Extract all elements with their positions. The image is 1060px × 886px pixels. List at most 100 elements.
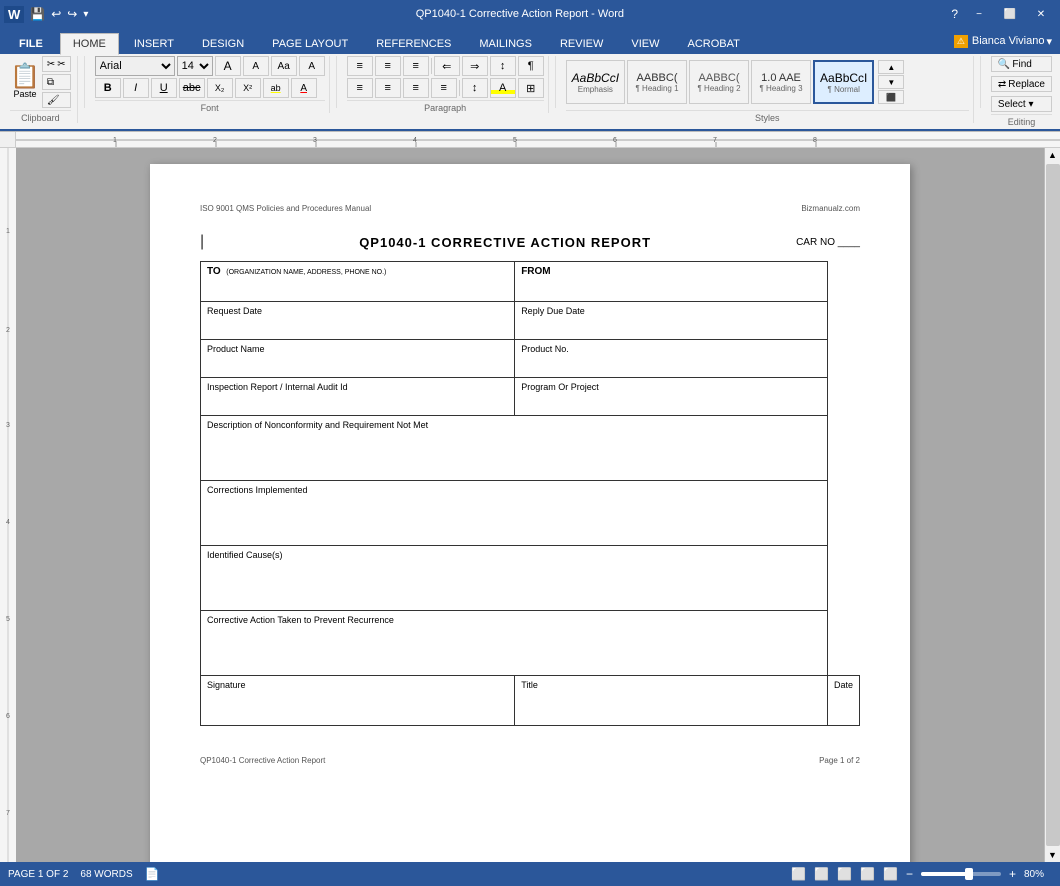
styles-expand[interactable]: ⬛ (878, 90, 904, 104)
paste-button[interactable]: 📋 Paste (10, 56, 40, 108)
tab-acrobat[interactable]: ACROBAT (674, 33, 752, 54)
zoom-slider-fill (921, 872, 969, 876)
row-inspection: Inspection Report / Internal Audit Id Pr… (201, 378, 860, 416)
font-size-select[interactable]: 14 (177, 56, 213, 76)
cut-button[interactable]: ✂ ✂ (42, 56, 71, 72)
document-page: ISO 9001 QMS Policies and Procedures Man… (150, 164, 910, 862)
shrink-font-button[interactable]: A (243, 56, 269, 76)
close-button[interactable]: ✕ (1026, 4, 1056, 24)
show-hide-button[interactable]: ¶ (518, 56, 544, 76)
view-draft[interactable]: ⬜ (883, 867, 898, 881)
view-outline[interactable]: ⬜ (860, 867, 875, 881)
decrease-indent-button[interactable]: ⇐ (434, 56, 460, 76)
tab-file[interactable]: FILE (4, 33, 58, 54)
proofing-icon[interactable]: 📄 (145, 867, 160, 881)
editing-group: 🔍 Find ⇄ Replace Select ▾ Editing (987, 56, 1056, 127)
justify-button[interactable]: ≡ (431, 78, 457, 98)
italic-button[interactable]: I (123, 78, 149, 98)
tab-references[interactable]: REFERENCES (363, 33, 464, 54)
zoom-slider[interactable] (921, 872, 1001, 876)
style-normal-sample: AaBbCcI (820, 71, 867, 85)
styles-scroll-down[interactable]: ▼ (878, 75, 904, 89)
divider-4 (980, 56, 981, 108)
tab-review[interactable]: REVIEW (547, 33, 616, 54)
select-button[interactable]: Select ▾ (991, 96, 1052, 112)
quick-access-undo[interactable]: ↩ (51, 7, 61, 21)
style-emphasis[interactable]: AaBbCcI Emphasis (566, 60, 625, 104)
page-header: ISO 9001 QMS Policies and Procedures Man… (200, 204, 860, 213)
align-right-button[interactable]: ≡ (403, 78, 429, 98)
page-title-area: | QP1040-1 CORRECTIVE ACTION REPORT CAR … (200, 233, 860, 251)
word-logo-icon[interactable]: W (4, 6, 24, 23)
style-normal[interactable]: AaBbCcI ¶ Normal (813, 60, 874, 104)
borders-button[interactable]: ⊞ (518, 78, 544, 98)
bold-button[interactable]: B (95, 78, 121, 98)
find-button[interactable]: 🔍 Find (991, 56, 1052, 72)
row-signature: Signature Title Date (201, 676, 860, 726)
shading-button[interactable]: A (490, 78, 516, 98)
line-spacing-button[interactable]: ↕ (462, 78, 488, 98)
center-button[interactable]: ≡ (375, 78, 401, 98)
underline-button[interactable]: U (151, 78, 177, 98)
font-name-select[interactable]: Arial (95, 56, 175, 76)
zoom-out-button[interactable]: − (906, 867, 913, 881)
sort-button[interactable]: ↕ (490, 56, 516, 76)
clear-formatting-button[interactable]: A (299, 56, 325, 76)
from-label: FROM (521, 266, 550, 277)
paragraph-label: Paragraph (347, 100, 544, 113)
divider-3 (555, 56, 556, 108)
signature-label: Signature (207, 680, 246, 690)
quick-access-save[interactable]: 💾 (30, 7, 45, 21)
increase-indent-button[interactable]: ⇒ (462, 56, 488, 76)
words-indicator: 68 WORDS (80, 869, 132, 880)
bullets-button[interactable]: ≡ (347, 56, 373, 76)
font-color-button[interactable]: A (291, 78, 317, 98)
subscript-button[interactable]: X₂ (207, 78, 233, 98)
tab-page-layout[interactable]: PAGE LAYOUT (259, 33, 361, 54)
row-causes: Identified Cause(s) (201, 546, 860, 611)
replace-button[interactable]: ⇄ Replace (991, 76, 1052, 92)
style-heading2[interactable]: AABBC( ¶ Heading 2 (689, 60, 749, 104)
tab-home[interactable]: HOME (60, 33, 119, 55)
numbering-button[interactable]: ≡ (375, 56, 401, 76)
quick-access-redo[interactable]: ↪ (67, 7, 77, 21)
multilevel-button[interactable]: ≡ (403, 56, 429, 76)
view-print-layout[interactable]: ⬜ (791, 867, 806, 881)
tab-mailings[interactable]: MAILINGS (466, 33, 545, 54)
tab-insert[interactable]: INSERT (121, 33, 187, 54)
view-web-layout[interactable]: ⬜ (837, 867, 852, 881)
scrollbar-right[interactable]: ▲ ▼ (1044, 148, 1060, 862)
cell-product-name: Product Name (201, 340, 515, 378)
help-icon[interactable]: ? (951, 7, 958, 21)
style-heading3[interactable]: 1.0 AAE ¶ Heading 3 (751, 60, 811, 104)
user-dropdown-icon[interactable]: ▾ (1046, 35, 1052, 48)
format-painter-button[interactable]: 🖌 (42, 92, 71, 108)
align-left-button[interactable]: ≡ (347, 78, 373, 98)
scroll-up-button[interactable]: ▲ (1046, 148, 1059, 162)
view-full-screen[interactable]: ⬜ (814, 867, 829, 881)
strikethrough-button[interactable]: abc (179, 78, 205, 98)
tab-design[interactable]: DESIGN (189, 33, 257, 54)
copy-button[interactable]: ⧉ (42, 74, 71, 90)
scroll-thumb[interactable] (1046, 164, 1060, 846)
product-no-label: Product No. (521, 344, 569, 354)
text-highlight-button[interactable]: ab (263, 78, 289, 98)
style-heading1[interactable]: AABBC( ¶ Heading 1 (627, 60, 687, 104)
styles-group: AaBbCcI Emphasis AABBC( ¶ Heading 1 AABB… (562, 56, 974, 123)
product-name-label: Product Name (207, 344, 265, 354)
styles-scroll-up[interactable]: ▲ (878, 60, 904, 74)
grow-font-button[interactable]: A (215, 56, 241, 76)
superscript-button[interactable]: X² (235, 78, 261, 98)
scroll-down-button[interactable]: ▼ (1046, 848, 1059, 862)
style-heading1-sample: AABBC( (637, 72, 678, 84)
cell-corrective-action: Corrective Action Taken to Prevent Recur… (201, 611, 828, 676)
restore-button[interactable]: ⬜ (995, 4, 1025, 24)
change-case-button[interactable]: Aa (271, 56, 297, 76)
document-area[interactable]: ISO 9001 QMS Policies and Procedures Man… (16, 148, 1044, 862)
zoom-level[interactable]: 80% (1024, 869, 1052, 880)
minimize-button[interactable]: − (964, 4, 994, 24)
zoom-in-button[interactable]: + (1009, 867, 1016, 881)
zoom-slider-thumb[interactable] (965, 868, 973, 880)
paragraph-group: ≡ ≡ ≡ ⇐ ⇒ ↕ ¶ ≡ ≡ ≡ ≡ ↕ A ⊞ Paragraph (343, 56, 549, 113)
tab-view[interactable]: VIEW (618, 33, 672, 54)
